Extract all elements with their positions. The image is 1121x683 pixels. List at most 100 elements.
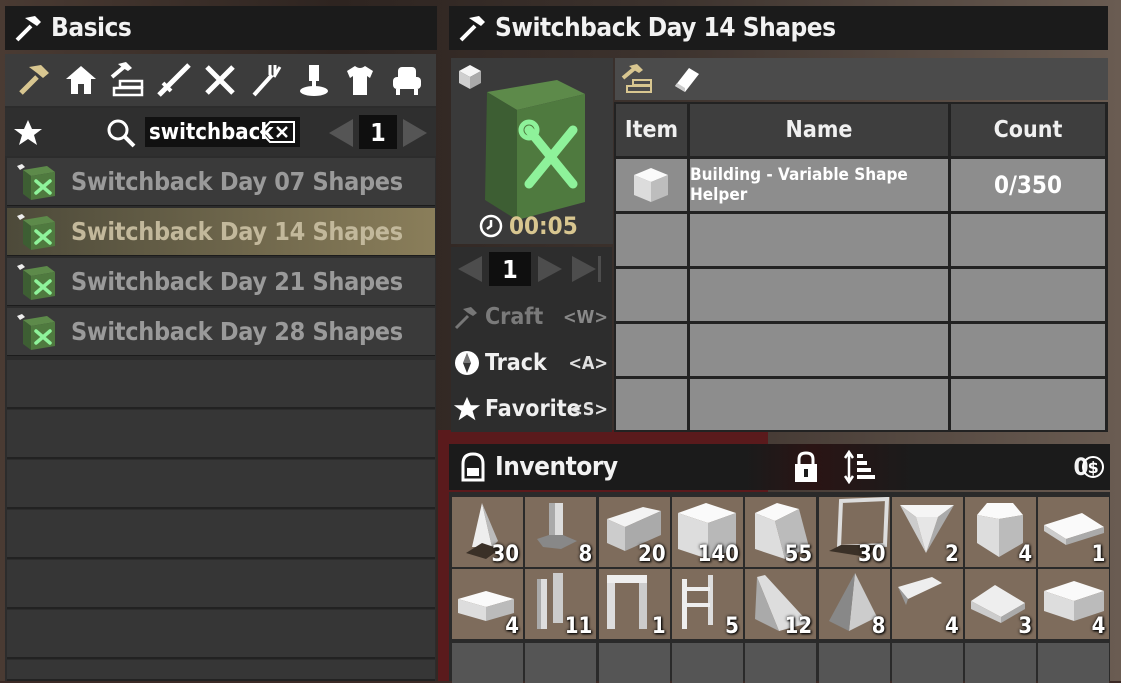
recipe-name: Switchback Day 14 Shapes xyxy=(71,217,403,246)
sort-icon[interactable] xyxy=(843,450,877,484)
inventory-slot[interactable]: 12 xyxy=(745,569,817,639)
shape-crate-icon xyxy=(13,312,57,352)
empty-recipe-row xyxy=(7,610,435,659)
inventory-slot[interactable]: 3 xyxy=(965,569,1037,639)
page-next-icon[interactable] xyxy=(401,117,429,149)
quantity-max-icon[interactable] xyxy=(570,254,604,284)
inventory-slot[interactable]: 30 xyxy=(818,496,890,567)
category-shirt[interactable] xyxy=(341,59,379,101)
category-science[interactable] xyxy=(295,59,333,101)
page-prev-icon[interactable] xyxy=(327,117,355,149)
empty-cell xyxy=(951,324,1105,376)
category-tools[interactable] xyxy=(201,59,239,101)
empty-recipe-row xyxy=(7,410,435,459)
slot-count: 55 xyxy=(784,542,813,567)
inventory-slot[interactable]: 55 xyxy=(745,497,817,567)
build-materials-icon[interactable] xyxy=(621,64,653,94)
recipe-list-item[interactable]: Switchback Day 28 Shapes xyxy=(7,308,435,356)
recipe-name: Switchback Day 21 Shapes xyxy=(71,267,403,296)
inventory-slot-empty[interactable] xyxy=(452,643,523,683)
inventory-slot[interactable]: 8 xyxy=(818,569,890,639)
ingredient-name: Building - Variable Shape Helper xyxy=(690,159,948,211)
ingredient-count: 0/350 xyxy=(951,159,1105,211)
recipe-list-item[interactable]: Switchback Day 21 Shapes xyxy=(7,258,435,306)
inventory-slot[interactable]: 2 xyxy=(891,497,963,567)
slot-count: 8 xyxy=(578,542,593,567)
search-icon xyxy=(107,119,136,148)
slot-count: 5 xyxy=(725,614,739,639)
quantity-value[interactable]: 1 xyxy=(489,252,531,286)
slot-count: 140 xyxy=(697,542,739,567)
recipe-list-item[interactable]: Switchback Day 14 Shapes xyxy=(7,208,435,256)
empty-cell xyxy=(616,324,687,376)
inventory-slot-empty[interactable] xyxy=(671,643,743,683)
slot-count: 11 xyxy=(564,614,593,639)
empty-cell xyxy=(616,379,687,430)
category-house[interactable] xyxy=(62,59,100,101)
slot-count: 8 xyxy=(871,614,886,639)
favorite-hotkey: <S> xyxy=(569,398,608,420)
inventory-slot-empty[interactable] xyxy=(745,643,817,683)
fork-icon xyxy=(252,65,282,97)
inventory-slot-empty[interactable] xyxy=(965,643,1037,683)
inventory-slot[interactable]: 1 xyxy=(1038,497,1110,567)
inventory-title: Inventory xyxy=(495,452,618,482)
lock-icon[interactable] xyxy=(791,450,821,484)
recipe-list-item[interactable]: Switchback Day 07 Shapes xyxy=(7,158,435,206)
inventory-slot[interactable]: 4 xyxy=(1038,569,1110,639)
inventory-slot-empty[interactable] xyxy=(598,643,670,683)
slot-count: 4 xyxy=(1091,614,1106,639)
inventory-slot[interactable]: 1 xyxy=(598,569,670,639)
craft-hotkey: <W> xyxy=(562,306,608,328)
category-hammer[interactable] xyxy=(15,59,53,101)
inventory-slot[interactable]: 11 xyxy=(525,569,597,639)
inventory-slot-empty[interactable] xyxy=(891,643,963,683)
empty-cell xyxy=(616,269,687,321)
category-building[interactable] xyxy=(108,59,146,101)
hammer-icon xyxy=(454,307,477,330)
inventory-slot[interactable]: 5 xyxy=(671,569,743,639)
inventory-slot[interactable]: 4 xyxy=(965,497,1037,567)
category-chair[interactable] xyxy=(388,59,426,101)
quantity-increase-icon[interactable] xyxy=(536,254,564,284)
quantity-decrease-icon[interactable] xyxy=(456,254,484,284)
favorites-star-icon[interactable] xyxy=(13,118,43,148)
category-weapon[interactable] xyxy=(155,59,193,101)
category-bar xyxy=(5,54,436,106)
inventory-slot-empty[interactable] xyxy=(818,643,890,683)
house-icon xyxy=(65,66,96,94)
favorite-button[interactable]: Favorite <S> xyxy=(451,387,612,431)
book-icon[interactable] xyxy=(671,64,701,94)
slot-count: 4 xyxy=(1018,542,1033,567)
building-icon xyxy=(111,62,144,97)
left-panel-title: Basics xyxy=(51,13,132,43)
clear-search-icon[interactable] xyxy=(260,121,296,143)
inventory-slot[interactable]: 4 xyxy=(452,569,523,639)
search-input[interactable]: switchback xyxy=(145,117,300,147)
inventory-slot[interactable]: 20 xyxy=(598,497,670,567)
track-button[interactable]: Track <A> xyxy=(451,341,612,385)
inventory-slot[interactable]: 30 xyxy=(452,497,523,567)
empty-recipe-row xyxy=(7,360,435,409)
slot-count: 3 xyxy=(1018,614,1033,639)
inventory-slot[interactable]: 4 xyxy=(891,569,963,639)
inventory-slot[interactable]: 8 xyxy=(525,497,597,567)
inventory-slot[interactable]: 140 xyxy=(671,497,743,567)
slot-count: 1 xyxy=(651,614,666,639)
shirt-icon xyxy=(347,66,374,95)
svg-text:$: $ xyxy=(1088,458,1099,477)
inventory-slot-empty[interactable] xyxy=(1038,643,1110,683)
empty-cell xyxy=(690,379,948,430)
inventory-slot-empty[interactable] xyxy=(525,643,597,683)
inventory-header: Inventory 0 $ xyxy=(449,444,1110,490)
empty-recipe-row xyxy=(7,660,435,681)
coin-icon: $ xyxy=(1082,456,1104,478)
recipe-panel-title: Switchback Day 14 Shapes xyxy=(495,13,836,43)
category-fork[interactable] xyxy=(248,59,286,101)
search-row: switchback 1 xyxy=(5,108,436,156)
ingredient-icon-cell xyxy=(616,159,687,211)
craft-button[interactable]: Craft <W> xyxy=(451,295,612,339)
empty-cell xyxy=(690,214,948,266)
shape-crate-icon xyxy=(13,162,57,202)
slot-count: 4 xyxy=(505,614,519,639)
